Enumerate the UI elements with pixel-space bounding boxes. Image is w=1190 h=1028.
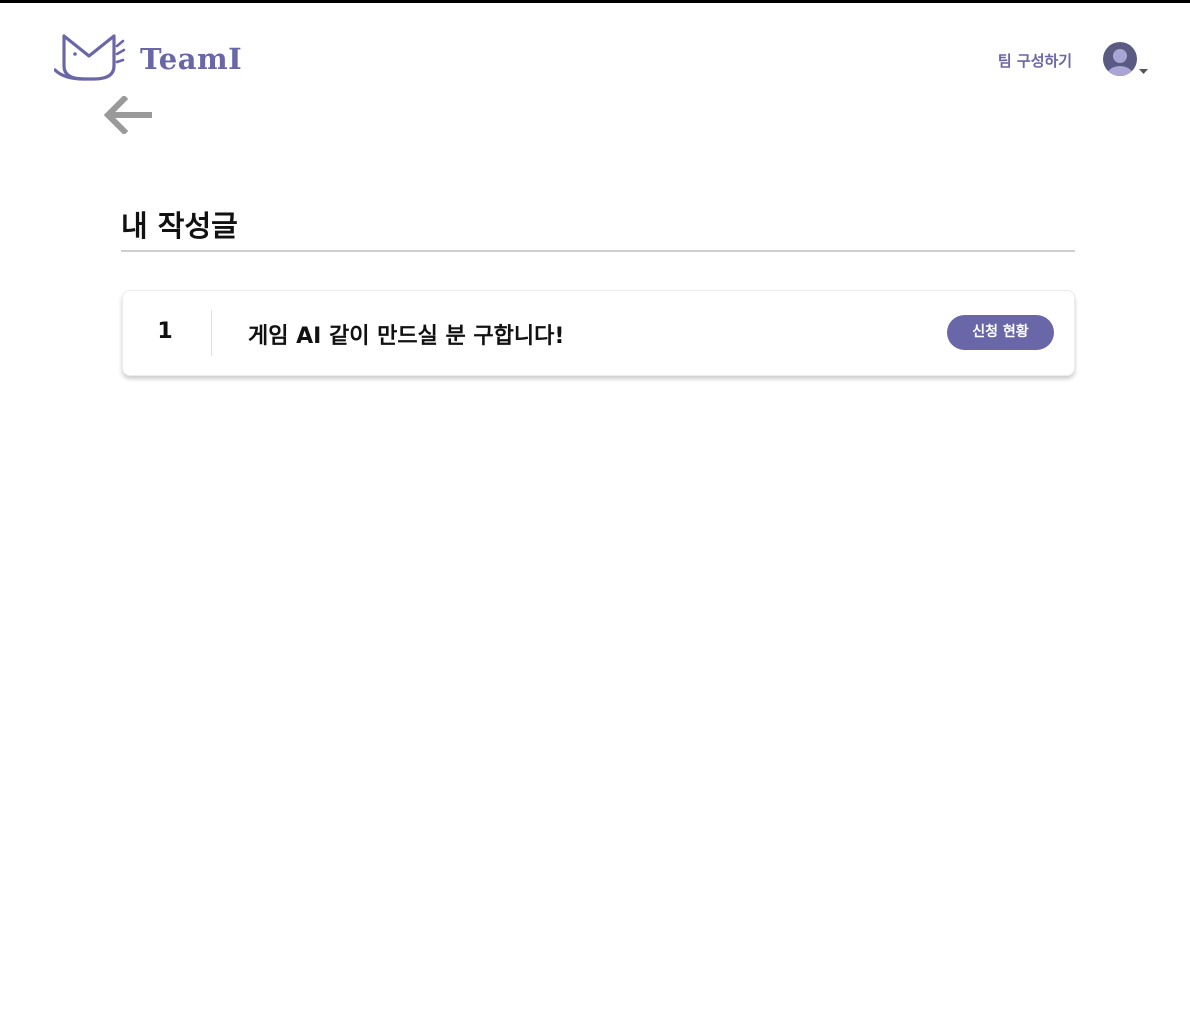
post-card[interactable]: 1 게임 AI 같이 만드실 분 구합니다! 신청 현황	[122, 290, 1075, 376]
caret-down-icon	[1139, 69, 1148, 74]
post-divider	[211, 310, 212, 356]
nav-team-build-link[interactable]: 팀 구성하기	[993, 50, 1077, 72]
arrow-left-icon	[103, 94, 152, 136]
page-title: 내 작성글	[121, 209, 238, 243]
user-avatar-icon	[1103, 42, 1137, 76]
back-button[interactable]	[103, 94, 154, 136]
title-divider	[121, 250, 1075, 252]
cat-logo-icon	[54, 34, 126, 81]
logo[interactable]: TeamI	[54, 32, 242, 82]
post-number: 1	[157, 319, 173, 344]
top-border	[0, 0, 1190, 3]
application-status-button[interactable]: 신청 현황	[947, 315, 1054, 350]
logo-text: TeamI	[140, 42, 243, 76]
user-menu[interactable]	[1102, 41, 1150, 77]
post-title[interactable]: 게임 AI 같이 만드실 분 구합니다!	[248, 318, 564, 350]
